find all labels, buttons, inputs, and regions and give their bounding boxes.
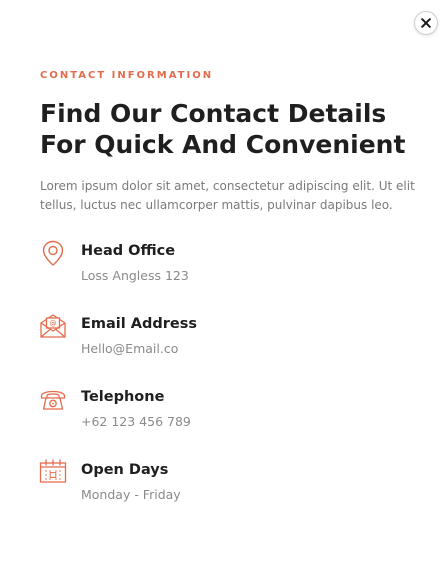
contact-item-value: +62 123 456 789 [81,414,191,429]
telephone-icon [40,390,66,410]
section-eyebrow: CONTACT INFORMATION [40,70,214,81]
contact-item-label: Open Days [81,462,169,478]
contact-item-value: Loss Angless 123 [81,268,189,283]
page-title: Find Our Contact Details For Quick And C… [40,99,406,159]
calendar-icon [39,459,67,483]
contact-item-open-days: Open Days Monday - Friday [38,457,398,503]
contact-item-head-office: Head Office Loss Angless 123 [38,238,398,284]
close-icon [421,18,431,28]
contact-info-panel: CONTACT INFORMATION Find Our Contact Det… [0,0,448,575]
contact-item-value: Hello@Email.co [81,341,179,356]
svg-text:@: @ [50,320,57,328]
location-pin-icon [42,240,64,266]
section-description: Lorem ipsum dolor sit amet, consectetur … [40,179,415,212]
contact-item-telephone: Telephone +62 123 456 789 [38,384,398,430]
close-button[interactable] [414,11,438,35]
envelope-icon: @ [40,314,66,338]
contact-item-value: Monday - Friday [81,487,181,502]
contact-item-email: @ Email Address Hello@Email.co [38,311,398,357]
contact-item-label: Email Address [81,316,198,332]
contact-item-label: Head Office [81,243,176,259]
contact-item-label: Telephone [81,389,165,405]
